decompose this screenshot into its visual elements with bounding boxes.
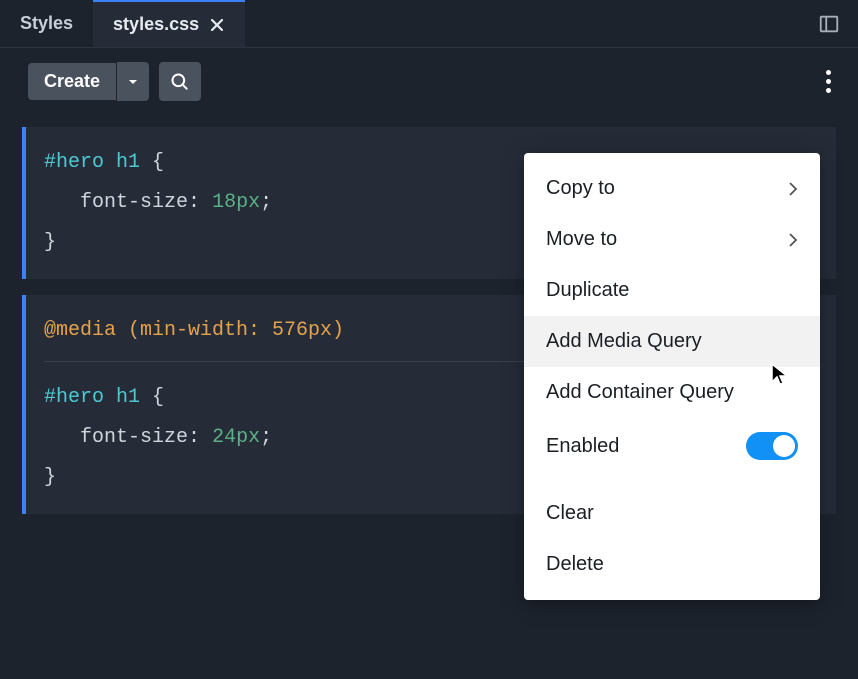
chevron-down-icon bbox=[127, 76, 139, 88]
toggle-knob bbox=[773, 435, 795, 457]
tab-label: Styles bbox=[20, 13, 73, 34]
toggle-switch[interactable] bbox=[746, 432, 798, 460]
tab-bar: Styles styles.css bbox=[0, 0, 858, 48]
menu-item-clear[interactable]: Clear bbox=[524, 488, 820, 539]
menu-separator bbox=[524, 474, 820, 488]
toolbar: Create bbox=[0, 48, 858, 115]
menu-label: Move to bbox=[546, 228, 788, 251]
search-button[interactable] bbox=[159, 62, 201, 101]
search-icon bbox=[170, 72, 190, 92]
css-property: font-size bbox=[80, 191, 188, 214]
create-button-group: Create bbox=[28, 62, 149, 101]
menu-label: Duplicate bbox=[546, 279, 798, 302]
selector: #hero h1 bbox=[44, 386, 140, 409]
menu-item-copy-to[interactable]: Copy to bbox=[524, 163, 820, 214]
menu-item-add-container-query[interactable]: Add Container Query bbox=[524, 367, 820, 418]
chevron-right-icon bbox=[788, 181, 798, 197]
context-menu: Copy to Move to Duplicate Add Media Quer… bbox=[524, 153, 820, 600]
menu-item-enabled[interactable]: Enabled bbox=[524, 418, 820, 474]
menu-label: Add Media Query bbox=[546, 330, 798, 353]
chevron-right-icon bbox=[788, 232, 798, 248]
create-dropdown-button[interactable] bbox=[117, 62, 149, 101]
media-query: @media (min-width: 576px) bbox=[44, 319, 344, 342]
menu-item-move-to[interactable]: Move to bbox=[524, 214, 820, 265]
menu-item-delete[interactable]: Delete bbox=[524, 539, 820, 590]
menu-label: Delete bbox=[546, 553, 798, 576]
selector: #hero h1 bbox=[44, 151, 140, 174]
menu-label: Enabled bbox=[546, 435, 746, 458]
tab-styles[interactable]: Styles bbox=[0, 0, 93, 47]
css-value: 24px bbox=[212, 426, 260, 449]
menu-label: Copy to bbox=[546, 177, 788, 200]
menu-item-add-media-query[interactable]: Add Media Query bbox=[524, 316, 820, 367]
tab-file[interactable]: styles.css bbox=[93, 0, 245, 47]
css-value: 18px bbox=[212, 191, 260, 214]
panel-toggle-icon[interactable] bbox=[818, 13, 840, 35]
brace: { bbox=[140, 151, 164, 174]
menu-item-duplicate[interactable]: Duplicate bbox=[524, 265, 820, 316]
menu-label: Clear bbox=[546, 502, 798, 525]
menu-label: Add Container Query bbox=[546, 381, 798, 404]
tab-label: styles.css bbox=[113, 14, 199, 35]
create-button[interactable]: Create bbox=[28, 63, 117, 100]
css-property: font-size bbox=[80, 426, 188, 449]
close-icon[interactable] bbox=[209, 17, 225, 33]
more-icon[interactable] bbox=[816, 64, 840, 99]
